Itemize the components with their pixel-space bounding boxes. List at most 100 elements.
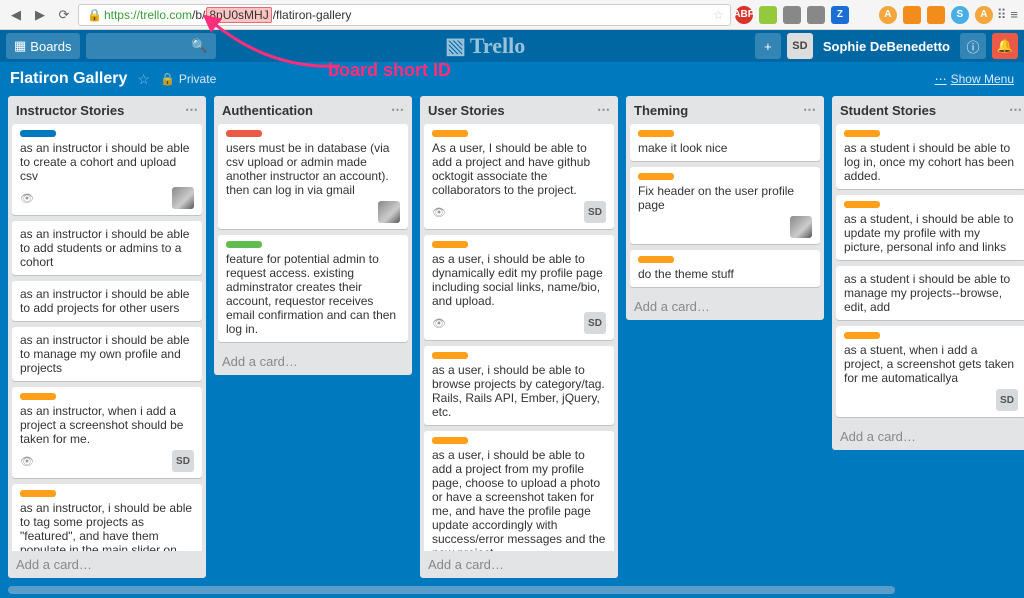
card-label bbox=[844, 130, 880, 137]
card-footer: 👁 bbox=[20, 187, 194, 209]
card[interactable]: feature for potential admin to request a… bbox=[218, 235, 408, 342]
card-label bbox=[638, 130, 674, 137]
add-card-button[interactable]: Add a card… bbox=[214, 348, 412, 375]
board-canvas[interactable]: Instructor Stories ⋯ as an instructor i sh… bbox=[0, 96, 1024, 584]
member-avatar[interactable]: SD bbox=[584, 201, 606, 223]
member-avatar[interactable]: SD bbox=[584, 312, 606, 334]
card-label bbox=[20, 490, 56, 497]
info-button[interactable]: ⓘ bbox=[960, 33, 986, 59]
extension-icon[interactable]: A bbox=[975, 6, 993, 24]
list-header[interactable]: User Stories⋯ bbox=[420, 96, 618, 124]
card[interactable]: as a student i should be able to manage … bbox=[836, 266, 1024, 320]
visibility-toggle[interactable]: 🔒 Private bbox=[160, 72, 216, 86]
list-menu-icon[interactable]: ⋯ bbox=[185, 102, 198, 118]
card[interactable]: as a student, i should be able to update… bbox=[836, 195, 1024, 260]
card[interactable]: as an instructor i should be able to add… bbox=[12, 221, 202, 275]
list-header[interactable]: Authentication⋯ bbox=[214, 96, 412, 124]
card[interactable]: as a stuent, when i add a project, a scr… bbox=[836, 326, 1024, 417]
extension-icon[interactable] bbox=[903, 6, 921, 24]
card[interactable]: as an instructor i should be able to add… bbox=[12, 281, 202, 321]
member-avatar[interactable] bbox=[790, 216, 812, 238]
card-text: as a user, i should be able to browse pr… bbox=[432, 363, 606, 419]
list-menu-icon[interactable]: ⋯ bbox=[391, 102, 404, 118]
trello-logo[interactable]: ▧Trello bbox=[222, 33, 749, 59]
hamburger-icon[interactable]: ≡ bbox=[1010, 7, 1018, 22]
list-menu-icon[interactable]: ⋯ bbox=[803, 102, 816, 118]
card[interactable]: Fix header on the user profile page bbox=[630, 167, 820, 244]
url-bar[interactable]: 🔒 https:// trello.com /b/ 8pU0sMHJ /flat… bbox=[78, 4, 731, 26]
list-menu-icon[interactable]: ⋯ bbox=[1009, 102, 1022, 118]
forward-button[interactable]: ▶ bbox=[30, 5, 50, 25]
card-label bbox=[432, 352, 468, 359]
list-title: Instructor Stories bbox=[16, 103, 124, 118]
cards-container: as a student i should be able to log in,… bbox=[832, 124, 1024, 423]
add-button[interactable]: + bbox=[755, 33, 781, 59]
extension-icon[interactable] bbox=[855, 6, 873, 24]
card-footer: 👁SD bbox=[20, 450, 194, 472]
card-text: Fix header on the user profile page bbox=[638, 184, 812, 212]
card-label bbox=[226, 130, 262, 137]
card[interactable]: As a user, I should be able to add a pro… bbox=[424, 124, 614, 229]
member-avatar[interactable]: SD bbox=[172, 450, 194, 472]
card[interactable]: as a user, i should be able to dynamical… bbox=[424, 235, 614, 340]
notifications-button[interactable]: 🔔 bbox=[992, 33, 1018, 59]
card[interactable]: do the theme stuff bbox=[630, 250, 820, 287]
card[interactable]: as an instructor, i should be able to ta… bbox=[12, 484, 202, 551]
add-card-button[interactable]: Add a card… bbox=[626, 293, 824, 320]
card-footer: 👁SD bbox=[432, 201, 606, 223]
add-card-button[interactable]: Add a card… bbox=[832, 423, 1024, 450]
list-header[interactable]: Student Stories ⋯ bbox=[832, 96, 1024, 124]
list-title: Student Stories bbox=[840, 103, 936, 118]
search-input[interactable]: 🔍 bbox=[86, 33, 216, 59]
extension-icon[interactable]: A bbox=[879, 6, 897, 24]
extension-icon[interactable]: S bbox=[951, 6, 969, 24]
trello-topbar: ▦ Boards 🔍 ▧Trello + SD Sophie DeBenedet… bbox=[0, 30, 1024, 62]
card-text: do the theme stuff bbox=[638, 267, 812, 281]
add-card-button[interactable]: Add a card… bbox=[8, 551, 206, 578]
card[interactable]: make it look nice bbox=[630, 124, 820, 161]
star-icon[interactable]: ☆ bbox=[713, 8, 724, 22]
extension-icon[interactable]: Z bbox=[831, 6, 849, 24]
card[interactable]: as an instructor, when i add a project a… bbox=[12, 387, 202, 478]
reload-button[interactable]: ⟳ bbox=[54, 5, 74, 25]
user-name[interactable]: Sophie DeBenedetto bbox=[819, 39, 954, 54]
watch-icon: 👁 bbox=[20, 192, 34, 205]
card[interactable]: as an instructor i should be able to cre… bbox=[12, 124, 202, 215]
cards-container: As a user, I should be able to add a pro… bbox=[420, 124, 618, 551]
browser-chrome: ◀ ▶ ⟳ 🔒 https:// trello.com /b/ 8pU0sMHJ… bbox=[0, 0, 1024, 30]
card-text: as a user, i should be able to dynamical… bbox=[432, 252, 606, 308]
card-footer: 👁SD bbox=[432, 312, 606, 334]
horizontal-scrollbar[interactable] bbox=[8, 586, 1016, 594]
card[interactable]: as a user, i should be able to browse pr… bbox=[424, 346, 614, 425]
show-menu-button[interactable]: ⋯ Show Menu bbox=[935, 72, 1014, 86]
apps-icon[interactable]: ⠿ bbox=[997, 7, 1007, 23]
extension-icon[interactable]: ABP bbox=[735, 6, 753, 24]
card-footer: SD bbox=[844, 389, 1018, 411]
member-avatar[interactable]: SD bbox=[996, 389, 1018, 411]
list-header[interactable]: Theming⋯ bbox=[626, 96, 824, 124]
back-button[interactable]: ◀ bbox=[6, 5, 26, 25]
card-text: as an instructor, i should be able to ta… bbox=[20, 501, 194, 551]
add-card-button[interactable]: Add a card… bbox=[420, 551, 618, 578]
board-title[interactable]: Flatiron Gallery bbox=[10, 70, 127, 88]
list-header[interactable]: Instructor Stories ⋯ bbox=[8, 96, 206, 124]
card[interactable]: as an instructor i should be able to man… bbox=[12, 327, 202, 381]
card[interactable]: users must be in database (via csv uploa… bbox=[218, 124, 408, 229]
member-avatar[interactable] bbox=[172, 187, 194, 209]
extension-icon[interactable] bbox=[759, 6, 777, 24]
card-label bbox=[844, 332, 880, 339]
user-avatar[interactable]: SD bbox=[787, 33, 813, 59]
card[interactable]: as a student i should be able to log in,… bbox=[836, 124, 1024, 189]
card-text: as a user, i should be able to add a pro… bbox=[432, 448, 606, 551]
card-text: as a student i should be able to log in,… bbox=[844, 141, 1018, 183]
extension-icon[interactable] bbox=[927, 6, 945, 24]
member-avatar[interactable] bbox=[378, 201, 400, 223]
card-label bbox=[226, 241, 262, 248]
extension-icon[interactable] bbox=[807, 6, 825, 24]
star-icon[interactable]: ☆ bbox=[137, 71, 150, 88]
list-menu-icon[interactable]: ⋯ bbox=[597, 102, 610, 118]
boards-button[interactable]: ▦ Boards bbox=[6, 33, 80, 59]
browser-extensions: ABPZASA bbox=[735, 6, 993, 24]
extension-icon[interactable] bbox=[783, 6, 801, 24]
card[interactable]: as a user, i should be able to add a pro… bbox=[424, 431, 614, 551]
